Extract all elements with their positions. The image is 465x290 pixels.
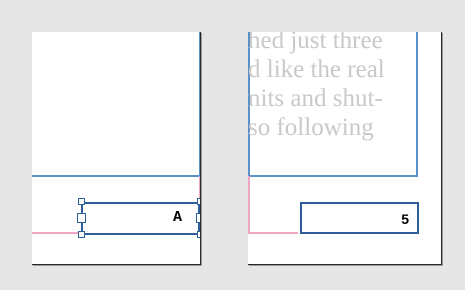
margin-guide-bottom — [248, 175, 418, 177]
page-number-frame[interactable]: 5 — [300, 202, 419, 234]
body-text-frame[interactable]: hed just three d like the real nits and … — [248, 32, 416, 142]
body-text-line: hed just three — [248, 32, 383, 54]
right-page[interactable]: hed just three d like the real nits and … — [248, 32, 442, 265]
bleed-guide-left — [248, 176, 250, 232]
bleed-guide-bottom — [32, 232, 82, 234]
page-number: 5 — [401, 211, 409, 227]
body-text-line: so following — [248, 114, 374, 141]
resize-handle-middle-left[interactable] — [77, 213, 86, 223]
resize-handle-bottom-right[interactable] — [197, 231, 200, 238]
resize-handle-middle-right[interactable] — [196, 213, 200, 223]
current-page-number-marker: A — [172, 209, 182, 226]
margin-guide-bottom — [32, 175, 200, 177]
body-text-line: nits and shut- — [248, 85, 383, 112]
margin-guide-right — [416, 32, 418, 176]
resize-handle-bottom-left[interactable] — [78, 231, 85, 238]
bleed-guide-bottom — [248, 232, 298, 234]
resize-handle-top-right[interactable] — [197, 198, 200, 205]
left-page[interactable]: A — [32, 32, 201, 265]
resize-handle-top-left[interactable] — [78, 198, 85, 205]
page-number-frame-selected[interactable]: A — [81, 202, 200, 235]
body-text-line: d like the real — [248, 56, 385, 83]
margin-guide-right — [199, 32, 200, 176]
